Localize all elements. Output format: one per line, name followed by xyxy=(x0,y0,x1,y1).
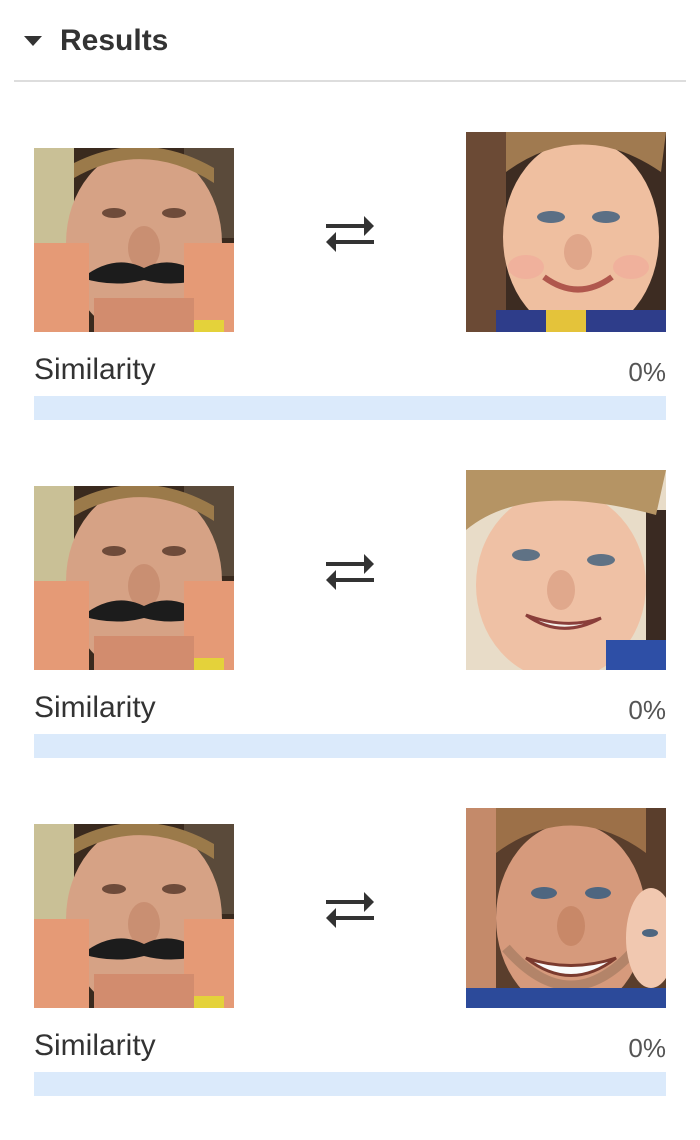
result-item: Similarity 0% xyxy=(34,470,666,760)
similarity-label: Similarity xyxy=(34,1029,156,1062)
similarity-bar xyxy=(34,396,666,420)
source-face-image xyxy=(34,824,234,1008)
smiling-boy-face xyxy=(466,132,666,332)
result-item: Similarity 0% xyxy=(34,132,666,422)
similarity-label: Similarity xyxy=(34,691,156,724)
swap-arrows-icon xyxy=(326,216,374,252)
smiling-man-with-stubble-face xyxy=(466,808,666,1008)
panel-title: Results xyxy=(60,24,169,57)
similarity-bar xyxy=(34,1072,666,1096)
similarity-label: Similarity xyxy=(34,353,156,386)
swap-arrows-icon xyxy=(326,892,374,928)
similarity-bar xyxy=(34,734,666,758)
similarity-value: 0% xyxy=(628,695,666,725)
source-face-image xyxy=(34,486,234,670)
caret-down-icon[interactable] xyxy=(24,36,42,46)
similarity-value: 0% xyxy=(628,1033,666,1063)
blond-boy-grinning-face xyxy=(466,470,666,670)
swap-arrows-icon xyxy=(326,554,374,590)
results-panel-header[interactable]: Results xyxy=(14,0,686,82)
result-item: Similarity 0% xyxy=(34,808,666,1098)
similarity-value: 0% xyxy=(628,357,666,387)
source-face-image xyxy=(34,148,234,332)
